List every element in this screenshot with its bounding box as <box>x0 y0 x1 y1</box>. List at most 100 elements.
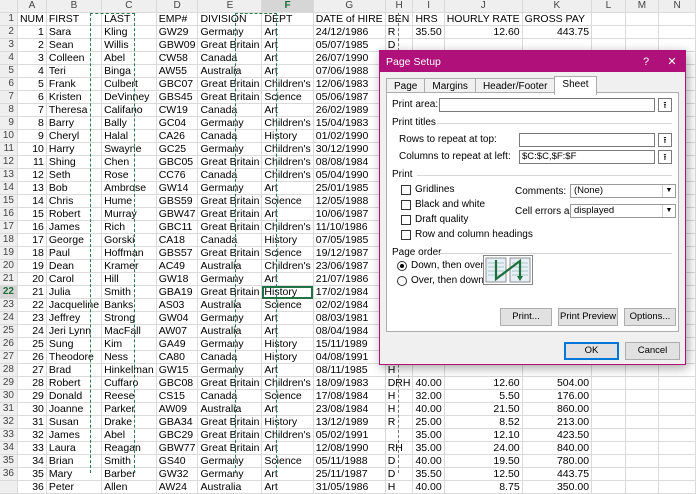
cell-c13[interactable]: Rose <box>101 168 157 182</box>
cell-f4[interactable]: Art <box>261 51 314 65</box>
cell-a10[interactable]: 9 <box>17 129 47 143</box>
cell-f15[interactable]: Science <box>261 194 314 208</box>
cell-b29[interactable]: Robert <box>46 376 103 390</box>
row-header[interactable]: 6 <box>0 77 18 91</box>
cell-f10[interactable]: History <box>261 129 314 143</box>
column-header-a[interactable]: A <box>17 0 47 13</box>
cell-a5[interactable]: 4 <box>17 64 47 78</box>
cell-c20[interactable]: Kramer <box>101 259 157 273</box>
cell-c12[interactable]: Chen <box>101 155 157 169</box>
cell-eundefined[interactable]: Australia <box>197 480 263 494</box>
cell-f8[interactable]: Art <box>261 103 314 117</box>
cell-e36[interactable]: Germany <box>197 467 263 481</box>
column-header-h[interactable]: H <box>385 0 414 13</box>
cell-e23[interactable]: Australia <box>197 298 263 312</box>
cell-h32[interactable]: R <box>385 415 414 429</box>
cell-g36[interactable]: 25/11/1987 <box>313 467 386 481</box>
cell-n31[interactable] <box>658 402 696 416</box>
cell-m1[interactable] <box>625 12 660 26</box>
cell-l33[interactable] <box>591 428 626 442</box>
draft-quality-checkbox[interactable]: Draft quality <box>401 214 468 225</box>
cell-c18[interactable]: Gorski <box>101 233 157 247</box>
cell-e29[interactable]: Great Britain <box>197 376 263 390</box>
cell-g28[interactable]: 08/11/1985 <box>313 363 386 377</box>
cell-h33[interactable] <box>385 428 414 442</box>
cell-g20[interactable]: 23/06/1987 <box>313 259 386 273</box>
cell-d31[interactable]: AW09 <box>156 402 199 416</box>
cell-a20[interactable]: 19 <box>17 259 47 273</box>
cell-c5[interactable]: Binga <box>101 64 157 78</box>
cell-a36[interactable]: 35 <box>17 467 47 481</box>
cell-g1[interactable]: DATE of HIRE <box>313 12 386 26</box>
cell-c10[interactable]: Halal <box>101 129 157 143</box>
cell-n33[interactable] <box>658 428 696 442</box>
print-preview-button[interactable]: Print Preview <box>558 308 618 326</box>
cell-e8[interactable]: Canada <box>197 103 263 117</box>
cell-c1[interactable]: LAST <box>101 12 157 26</box>
cell-g34[interactable]: 12/08/1990 <box>313 441 386 455</box>
cell-a31[interactable]: 30 <box>17 402 47 416</box>
cell-d24[interactable]: GW04 <box>156 311 199 325</box>
cell-m36[interactable] <box>625 467 660 481</box>
cell-c22[interactable]: Smith <box>101 285 157 299</box>
cell-i34[interactable]: 35.00 <box>412 441 445 455</box>
cell-n2[interactable] <box>658 25 696 39</box>
cell-mundefined[interactable] <box>625 480 660 494</box>
ok-button[interactable]: OK <box>564 342 619 360</box>
cell-b31[interactable]: Joanne <box>46 402 103 416</box>
page-setup-dialog[interactable]: Page Setup ? ✕ Page Margins Header/Foote… <box>379 50 686 365</box>
cell-h30[interactable]: H <box>385 389 414 403</box>
cell-i1[interactable]: HRS <box>412 12 445 26</box>
cell-i32[interactable]: 25.00 <box>412 415 445 429</box>
cell-k36[interactable]: 443.75 <box>522 467 593 481</box>
row-header[interactable]: 31 <box>0 402 18 416</box>
cell-g6[interactable]: 12/06/1983 <box>313 77 386 91</box>
cell-k29[interactable]: 504.00 <box>522 376 593 390</box>
cell-d32[interactable]: GBA34 <box>156 415 199 429</box>
cell-n30[interactable] <box>658 389 696 403</box>
cell-g22[interactable]: 17/02/1984 <box>313 285 386 299</box>
cell-a6[interactable]: 5 <box>17 77 47 91</box>
cell-c4[interactable]: Abel <box>101 51 157 65</box>
cell-k2[interactable]: 443.75 <box>522 25 593 39</box>
row-header[interactable]: 13 <box>0 168 18 182</box>
cell-l28[interactable] <box>591 363 626 377</box>
cell-i30[interactable]: 32.00 <box>412 389 445 403</box>
cell-b4[interactable]: Colleen <box>46 51 103 65</box>
cell-b15[interactable]: Chris <box>46 194 103 208</box>
cell-l32[interactable] <box>591 415 626 429</box>
row-header[interactable]: 16 <box>0 207 18 221</box>
cell-f31[interactable]: Art <box>261 402 314 416</box>
down-then-over-radio[interactable]: Down, then over <box>397 260 484 271</box>
cell-c26[interactable]: Kim <box>101 337 157 351</box>
cell-b23[interactable]: Jacqueline <box>46 298 103 312</box>
cell-k1[interactable]: GROSS PAY <box>522 12 593 26</box>
cancel-button[interactable]: Cancel <box>625 342 680 360</box>
cell-d21[interactable]: GW18 <box>156 272 199 286</box>
cell-b30[interactable]: Donald <box>46 389 103 403</box>
cell-g24[interactable]: 08/03/1981 <box>313 311 386 325</box>
cell-l30[interactable] <box>591 389 626 403</box>
cell-m29[interactable] <box>625 376 660 390</box>
cell-b3[interactable]: Sean <box>46 38 103 52</box>
cell-l34[interactable] <box>591 441 626 455</box>
cell-e4[interactable]: Canada <box>197 51 263 65</box>
cell-n36[interactable] <box>658 467 696 481</box>
cell-b7[interactable]: Kristen <box>46 90 103 104</box>
cell-f35[interactable]: Science <box>261 454 314 468</box>
row-header[interactable]: 9 <box>0 116 18 130</box>
cell-h35[interactable]: D <box>385 454 414 468</box>
cell-g13[interactable]: 05/04/1990 <box>313 168 386 182</box>
cell-m2[interactable] <box>625 25 660 39</box>
cell-m32[interactable] <box>625 415 660 429</box>
cell-a13[interactable]: 12 <box>17 168 47 182</box>
row-header[interactable]: 21 <box>0 272 18 286</box>
cell-g26[interactable]: 15/11/1989 <box>313 337 386 351</box>
cell-f21[interactable]: Art <box>261 272 314 286</box>
row-header[interactable]: 26 <box>0 337 18 351</box>
cell-e31[interactable]: Australia <box>197 402 263 416</box>
cell-e21[interactable]: Germany <box>197 272 263 286</box>
cell-e35[interactable]: Germany <box>197 454 263 468</box>
cell-g2[interactable]: 24/12/1986 <box>313 25 386 39</box>
cell-a16[interactable]: 15 <box>17 207 47 221</box>
